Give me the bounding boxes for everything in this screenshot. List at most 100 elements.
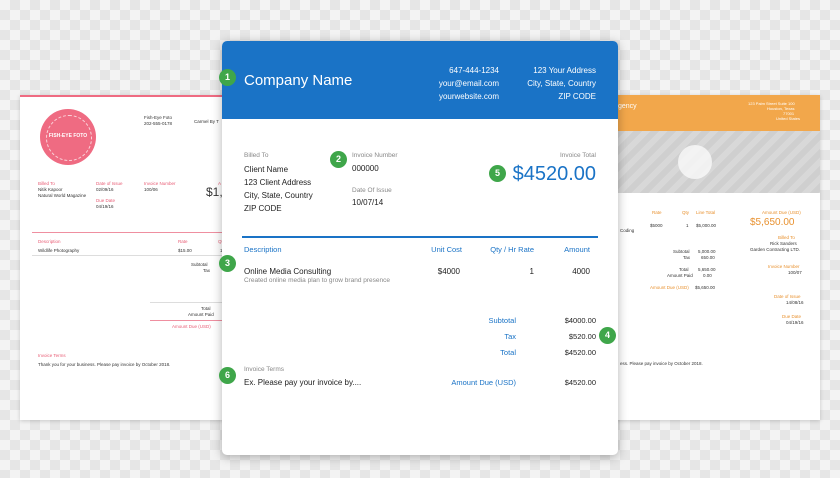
line-item-unit-cost[interactable]: $4000	[412, 267, 460, 276]
divider	[32, 255, 230, 256]
agency-title: gency	[618, 103, 637, 110]
billed-to-block: Client Name 123 Client Address City, Sta…	[244, 163, 313, 215]
callout-3: 3	[219, 255, 236, 272]
terms-label: Invoice Terms	[38, 353, 66, 358]
date-value: 14/08/16	[786, 300, 804, 305]
invoice-number-value: 100/06	[144, 187, 158, 192]
subtotal-value: 5,000.00	[698, 249, 716, 254]
subtotal-label: Subtotal	[673, 249, 690, 254]
line-item-rate: $5000	[650, 223, 663, 228]
tax-label: Tax	[203, 268, 211, 273]
line-item-qty: 1	[686, 223, 689, 228]
divider	[150, 302, 230, 303]
total-label: Total	[679, 267, 689, 272]
rate-header: Rate	[178, 239, 188, 244]
callout-4: 4	[599, 327, 616, 344]
billed-to-company: Garden Contracting LTD.	[750, 247, 800, 252]
billed-to-name: Rick Sanders	[770, 241, 797, 246]
due-label: Due Date	[782, 314, 802, 319]
invoice-total-label: Invoice Total	[559, 152, 596, 159]
column-divider	[242, 236, 598, 238]
due-value: 04/19/16	[96, 204, 114, 209]
invoice-terms-label: Invoice Terms	[244, 366, 284, 373]
rate-header: Rate	[652, 210, 662, 215]
line-item: Coding	[620, 228, 635, 233]
address-line-1[interactable]: 123 Your Address	[520, 64, 596, 77]
client-name[interactable]: Client Name	[244, 163, 313, 176]
amount-paid-value: 0.00	[703, 273, 712, 278]
column-amount: Amount	[564, 245, 590, 254]
due-row-value: $5,650.00	[695, 285, 716, 290]
contact-email[interactable]: your@email.com	[437, 77, 499, 90]
due-row-label: Amount Due (USD)	[650, 285, 689, 290]
column-description: Description	[244, 245, 282, 254]
callout-2: 2	[330, 151, 347, 168]
amount-paid-label: Amount Paid	[667, 273, 693, 278]
address-line-2[interactable]: City, State, Country	[520, 77, 596, 90]
column-qty-rate: Qty / Hr Rate	[490, 245, 534, 254]
company-name[interactable]: Company Name	[244, 72, 352, 89]
subtotal-label: Subtotal	[488, 316, 516, 325]
total-value: 5,650.00	[698, 267, 716, 272]
billed-to-company: Natural World Magazine	[38, 193, 87, 198]
terms-text: Thank you for your business. Please pay …	[38, 362, 171, 367]
line-item-total: $5,000.00	[696, 223, 717, 228]
divider	[150, 320, 230, 321]
total-label: Total	[201, 306, 211, 311]
column-unit-cost: Unit Cost	[431, 245, 462, 254]
pink-invoice-preview: FISH-EYE FOTO Fish-Eye Foto 202-555-0178…	[20, 95, 230, 420]
tax-value: 650.00	[701, 255, 715, 260]
billed-to-label: Billed To	[244, 152, 269, 159]
client-address[interactable]: 123 Client Address	[244, 176, 313, 189]
date-label: Date of Issue	[774, 294, 801, 299]
tax-label[interactable]: Tax	[504, 332, 516, 341]
callout-5: 5	[489, 165, 506, 182]
billed-to-label: Billed To	[38, 181, 55, 186]
invoice-number-label: Invoice Number	[352, 152, 398, 159]
total-value: $4520.00	[564, 348, 596, 357]
callout-1: 1	[219, 69, 236, 86]
invoice-number-value: 100/07	[788, 270, 802, 275]
date-label: Date of Issue	[96, 181, 123, 186]
amount-due-label: Amount Due (USD)	[762, 210, 801, 215]
contact-website[interactable]: yourwebsite.com	[437, 90, 499, 103]
line-item-qty[interactable]: 1	[484, 267, 534, 276]
from-name: Fish-Eye Foto	[144, 115, 173, 120]
main-invoice: Company Name 647-444-1234 your@email.com…	[222, 41, 618, 455]
line-item-title[interactable]: Online Media Consulting	[244, 267, 331, 276]
contact-block: 647-444-1234 your@email.com yourwebsite.…	[437, 64, 499, 103]
billed-to-name: Nitik Kapoor	[38, 187, 63, 192]
amount-due-value: $4520.00	[564, 378, 596, 387]
amount-paid-label: Amount Paid	[188, 312, 214, 317]
address-line-3[interactable]: ZIP CODE	[520, 90, 596, 103]
billed-to-label: Billed To	[778, 235, 795, 240]
from-city: Carmel By T	[194, 119, 219, 124]
amount-value-partial: $1,	[206, 185, 223, 199]
callout-6: 6	[219, 367, 236, 384]
from-phone: 202-555-0178	[144, 121, 173, 126]
client-city[interactable]: City, State, Country	[244, 189, 313, 202]
agency-address-4: United States	[776, 116, 801, 121]
date-value: 02/09/16	[96, 187, 114, 192]
client-zip[interactable]: ZIP CODE	[244, 202, 313, 215]
qty-header: Qty	[682, 210, 690, 215]
line-item-subtitle[interactable]: Created online media plan to grow brand …	[244, 277, 390, 284]
invoice-number-value[interactable]: 000000	[352, 164, 379, 173]
total-label: Total	[500, 348, 516, 357]
date-of-issue-label: Date Of Issue	[352, 187, 392, 194]
date-of-issue-value[interactable]: 10/07/14	[352, 198, 383, 207]
invoice-total-amount: $4520.00	[512, 163, 596, 185]
divider	[32, 232, 230, 233]
tax-label: Tax	[683, 255, 691, 260]
logo-text: FISH-EYE FOTO	[48, 133, 88, 139]
agency-logo-icon	[678, 145, 712, 179]
due-label: Due Date	[96, 198, 116, 203]
tax-value: $520.00	[568, 332, 596, 341]
terms-text: ess. Please pay invoice by October 2018.	[620, 361, 703, 366]
contact-phone[interactable]: 647-444-1234	[437, 64, 499, 77]
amount-due-value: $5,650.00	[750, 217, 795, 228]
invoice-terms-text[interactable]: Ex. Please pay your invoice by....	[244, 378, 361, 387]
orange-invoice-preview: gency 123 Palm Street Suite 100 Houston,…	[600, 95, 820, 420]
line-total-header: Line Total	[696, 210, 716, 215]
line-item-amount: 4000	[572, 267, 590, 276]
